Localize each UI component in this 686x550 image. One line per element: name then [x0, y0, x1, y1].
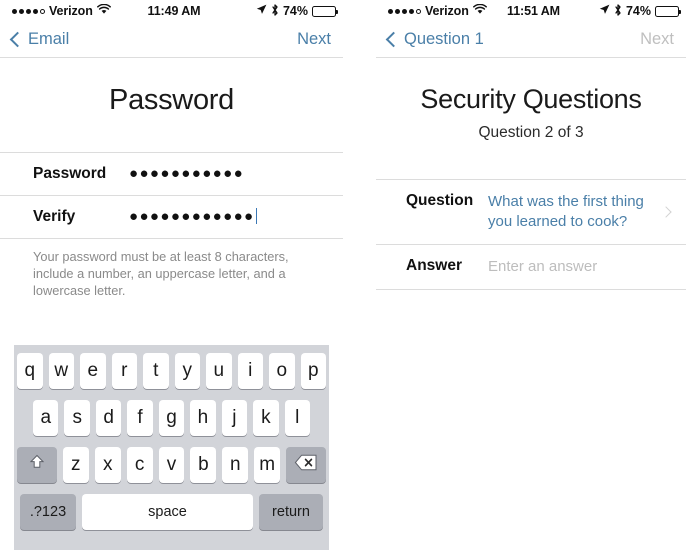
space-key[interactable]: space [82, 494, 253, 530]
key-e[interactable]: e [80, 353, 106, 389]
answer-input-placeholder: Enter an answer [488, 258, 598, 275]
location-arrow-icon [599, 4, 610, 18]
text-cursor [255, 208, 258, 224]
key-q[interactable]: q [17, 353, 43, 389]
keyboard-row-1: q w e r t y u i o p [17, 353, 326, 389]
verify-field-row[interactable]: Verify ●●●●●●●●●●●● [0, 195, 343, 239]
cellular-signal-icon [12, 8, 45, 14]
battery-icon [655, 5, 681, 17]
page-title: Security Questions [420, 84, 642, 114]
phone-screen-security-questions: Verizon 11:51 AM 74% Question 1 Next Sec… [376, 0, 686, 550]
key-u[interactable]: u [206, 353, 232, 389]
password-field-value[interactable]: ●●●●●●●●●●● [129, 153, 343, 195]
back-button-label: Question 1 [404, 30, 484, 48]
battery-percent-label: 74% [282, 4, 308, 18]
question-row[interactable]: Question What was the first thing you le… [376, 179, 686, 244]
bluetooth-icon [614, 3, 622, 19]
security-questions-form: Question What was the first thing you le… [376, 179, 686, 290]
battery-percent-label: 74% [625, 4, 651, 18]
navigation-bar: Email Next [0, 22, 343, 58]
on-screen-keyboard[interactable]: q w e r t y u i o p a s d f g h j k l z … [14, 345, 329, 550]
chevron-right-icon [660, 206, 672, 218]
carrier-label: Verizon [49, 4, 93, 18]
key-j[interactable]: j [221, 400, 248, 436]
key-y[interactable]: y [174, 353, 200, 389]
keyboard-row-4: .?123 space return [17, 494, 326, 530]
password-masked-value: ●●●●●●●●●●● [129, 165, 245, 182]
navigation-bar: Question 1 Next [376, 22, 686, 58]
delete-key[interactable] [286, 447, 327, 483]
key-b[interactable]: b [190, 447, 217, 483]
key-l[interactable]: l [284, 400, 310, 436]
wifi-icon [472, 3, 487, 18]
key-v[interactable]: v [158, 447, 185, 483]
verify-field-value[interactable]: ●●●●●●●●●●●● [129, 196, 343, 238]
bluetooth-icon [271, 3, 279, 19]
status-bar: Verizon 11:51 AM 74% [376, 0, 686, 22]
question-row-label: Question [406, 192, 474, 209]
return-key[interactable]: return [259, 494, 323, 530]
status-bar: Verizon 11:49 AM 74% [0, 0, 343, 22]
key-i[interactable]: i [237, 353, 263, 389]
delete-backspace-icon [294, 454, 318, 477]
chevron-left-icon [385, 31, 402, 48]
key-x[interactable]: x [94, 447, 121, 483]
shift-key[interactable] [16, 447, 57, 483]
shift-icon [28, 453, 46, 477]
next-button[interactable]: Next [297, 30, 331, 49]
panel-divider [343, 0, 376, 550]
status-bar-right: 74% [560, 3, 681, 19]
question-row-value[interactable]: What was the first thing you learned to … [488, 180, 658, 244]
page-title: Password [109, 84, 234, 116]
answer-row-label: Answer [406, 257, 462, 274]
back-button[interactable]: Question 1 [385, 30, 484, 49]
password-field-label: Password [33, 165, 107, 182]
key-a[interactable]: a [33, 400, 59, 436]
status-bar-clock: 11:49 AM [147, 4, 201, 18]
cellular-signal-icon [388, 8, 421, 14]
answer-row[interactable]: Answer Enter an answer [376, 244, 686, 290]
status-bar-clock: 11:51 AM [507, 4, 560, 18]
numbers-key[interactable]: .?123 [20, 494, 76, 530]
battery-icon [312, 5, 338, 17]
selected-question-text: What was the first thing you learned to … [488, 193, 644, 230]
verify-field-label: Verify [33, 208, 76, 225]
carrier-label: Verizon [425, 4, 469, 18]
status-bar-left: Verizon [12, 3, 148, 18]
screenshot-stage: Verizon 11:49 AM 74% Email Next Password… [0, 0, 686, 550]
chevron-left-icon [9, 31, 26, 48]
key-c[interactable]: c [126, 447, 153, 483]
question-disclosure[interactable] [658, 206, 674, 218]
key-p[interactable]: p [300, 353, 326, 389]
location-arrow-icon [256, 4, 267, 18]
key-z[interactable]: z [62, 447, 89, 483]
key-s[interactable]: s [64, 400, 90, 436]
status-bar-left: Verizon [388, 3, 507, 18]
key-n[interactable]: n [222, 447, 249, 483]
phone-screen-password: Verizon 11:49 AM 74% Email Next Password… [0, 0, 343, 550]
password-form: Password ●●●●●●●●●●● Verify ●●●●●●●●●●●● [0, 152, 343, 239]
back-button-label: Email [28, 30, 70, 48]
key-m[interactable]: m [254, 447, 281, 483]
key-o[interactable]: o [269, 353, 295, 389]
keyboard-row-3: z x c v b n m [16, 447, 327, 483]
key-d[interactable]: d [95, 400, 122, 436]
answer-row-value[interactable]: Enter an answer [488, 245, 674, 289]
key-k[interactable]: k [253, 400, 279, 436]
key-h[interactable]: h [190, 400, 216, 436]
back-button[interactable]: Email [9, 30, 70, 49]
wifi-icon [96, 3, 111, 18]
key-f[interactable]: f [127, 400, 153, 436]
password-field-row[interactable]: Password ●●●●●●●●●●● [0, 152, 343, 195]
page-subtitle: Question 2 of 3 [478, 124, 584, 141]
key-g[interactable]: g [158, 400, 185, 436]
key-w[interactable]: w [48, 353, 74, 389]
keyboard-row-2: a s d f g h j k l [17, 400, 326, 436]
key-r[interactable]: r [111, 353, 137, 389]
status-bar-right: 74% [200, 3, 338, 19]
key-t[interactable]: t [143, 353, 169, 389]
next-button[interactable]: Next [640, 30, 674, 49]
verify-masked-value: ●●●●●●●●●●●● [129, 208, 255, 225]
password-requirements-hint: Your password must be at least 8 charact… [33, 249, 289, 298]
